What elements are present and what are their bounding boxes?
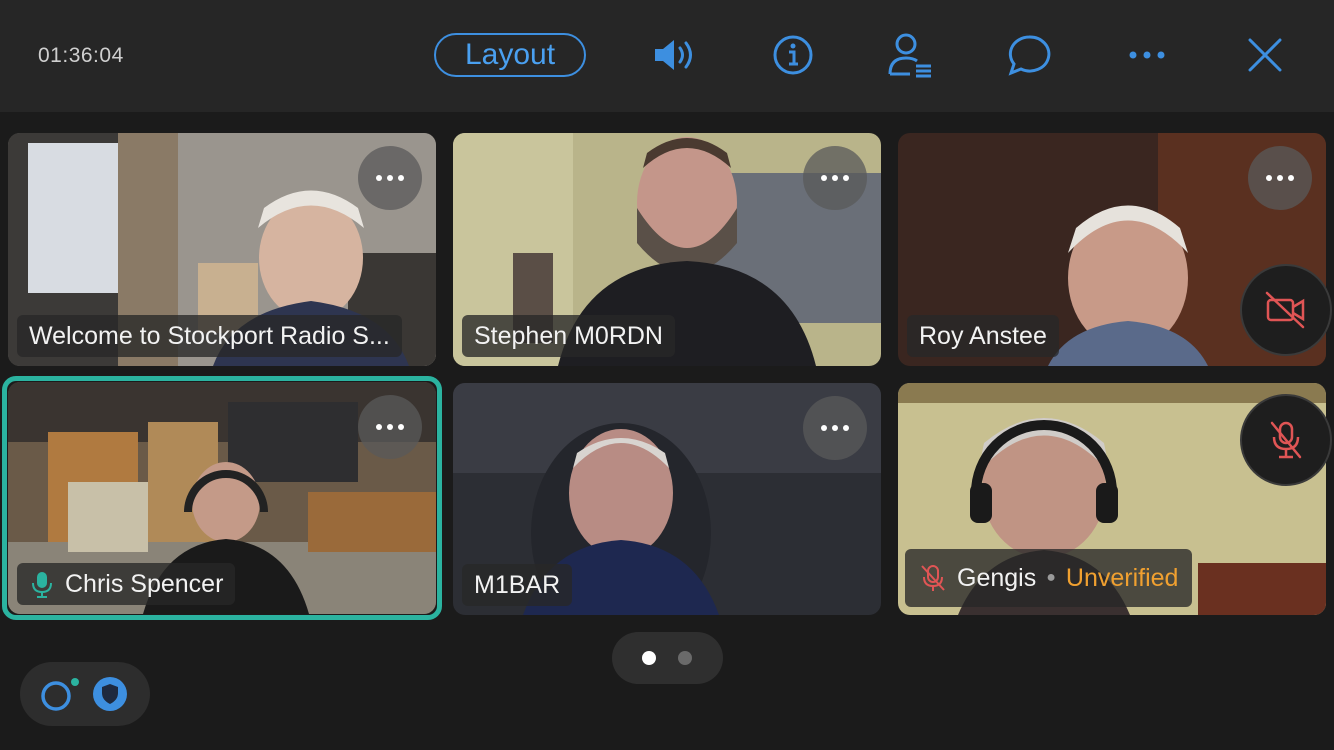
tile-more-button[interactable] <box>1248 146 1312 210</box>
microphone-active-icon <box>32 572 52 598</box>
participant-name: Welcome to Stockport Radio S... <box>29 321 390 350</box>
unverified-badge: Unverified <box>1065 563 1179 592</box>
participant-name-tag: Roy Anstee <box>907 315 1059 357</box>
ellipsis-icon <box>1266 175 1294 181</box>
shield-icon <box>93 677 127 711</box>
microphone-muted-icon <box>1270 421 1302 459</box>
call-timer: 01:36:04 <box>38 44 124 67</box>
connection-status[interactable] <box>20 662 150 726</box>
ellipsis-icon <box>376 175 404 181</box>
participant-name-tag: Gengis ● Unverified <box>905 549 1193 607</box>
participant-name-tag: M1BAR <box>462 564 573 606</box>
connection-icon <box>41 678 79 711</box>
tile-more-button[interactable] <box>803 396 867 460</box>
speaker-icon[interactable] <box>650 30 700 80</box>
ellipsis-icon <box>821 425 849 431</box>
close-icon[interactable] <box>1240 30 1290 80</box>
ellipsis-icon <box>821 175 849 181</box>
participants-icon[interactable] <box>886 30 936 80</box>
participant-name-tag: Welcome to Stockport Radio S... <box>17 315 402 357</box>
microphone-muted-icon <box>921 565 945 591</box>
info-icon[interactable] <box>768 30 818 80</box>
top-bar: 01:36:04 Layout <box>0 0 1334 112</box>
tile-more-button[interactable] <box>358 395 422 459</box>
participant-name: Stephen M0RDN <box>474 321 663 350</box>
layout-button[interactable]: Layout <box>434 33 586 77</box>
tile-more-button[interactable] <box>803 146 867 210</box>
ellipsis-icon <box>376 424 404 430</box>
participant-name-tag: Chris Spencer <box>17 563 236 605</box>
participant-name: M1BAR <box>474 570 561 599</box>
video-tile-1[interactable]: Welcome to Stockport Radio S... <box>8 133 436 366</box>
video-tile-5[interactable]: M1BAR <box>453 383 881 615</box>
separator-dot: ● <box>1046 569 1056 586</box>
participant-name: Chris Spencer <box>65 569 224 598</box>
participant-name-tag: Stephen M0RDN <box>462 315 675 357</box>
page-indicator <box>612 632 723 684</box>
page-dot-2[interactable] <box>678 651 692 665</box>
muted-indicator <box>1240 394 1332 486</box>
participant-name: Roy Anstee <box>919 321 1047 350</box>
more-icon[interactable] <box>1122 30 1172 80</box>
participant-name: Gengis <box>957 563 1037 592</box>
video-tile-4[interactable]: Chris Spencer <box>8 382 436 614</box>
chat-icon[interactable] <box>1004 30 1054 80</box>
page-dot-1[interactable] <box>642 651 656 665</box>
camera-off-icon <box>1265 291 1305 329</box>
video-tile-2[interactable]: Stephen M0RDN <box>453 133 881 366</box>
video-off-indicator <box>1240 264 1332 356</box>
tile-more-button[interactable] <box>358 146 422 210</box>
